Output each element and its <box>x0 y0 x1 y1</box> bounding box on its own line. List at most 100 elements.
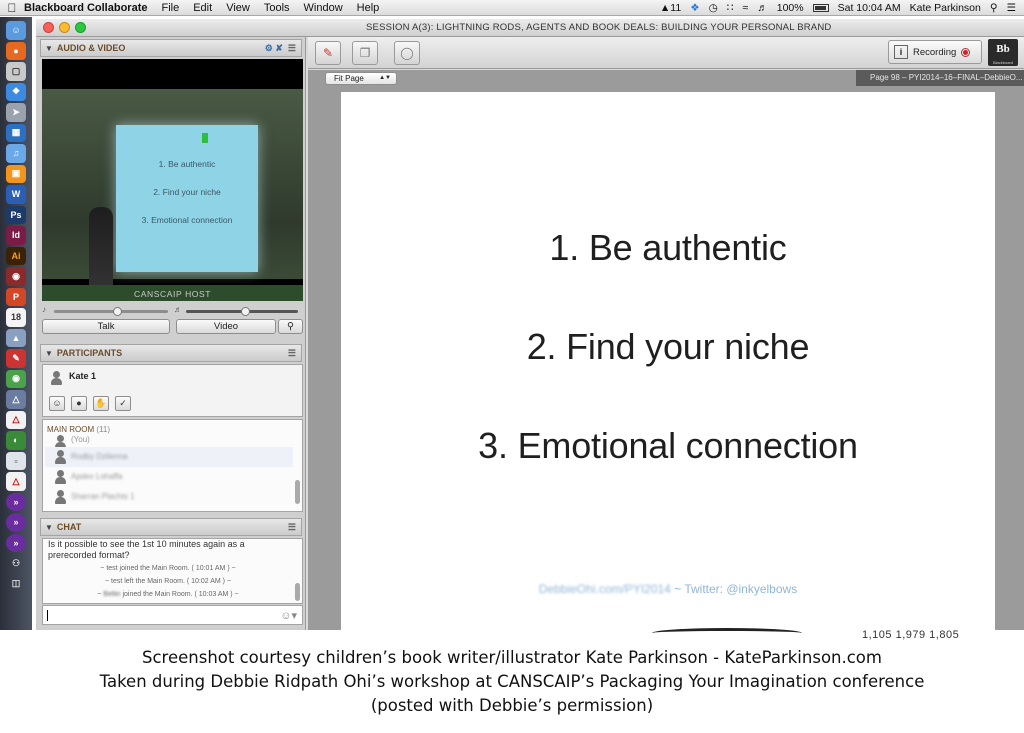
illustrator-icon[interactable]: Ai <box>6 246 26 265</box>
time-machine-icon[interactable]: ◷ <box>709 2 718 14</box>
collaborate-launcher-3-icon[interactable]: » <box>6 533 26 552</box>
app-menu[interactable]: Blackboard Collaborate <box>24 2 147 14</box>
menu-view[interactable]: View <box>226 2 250 14</box>
chat-input[interactable]: ☺▾ <box>42 605 303 625</box>
participant-scrollbar[interactable] <box>295 480 300 504</box>
itunes-icon[interactable]: ♫ <box>6 144 26 163</box>
participant-row[interactable]: Apdex Lohaffa <box>45 467 293 487</box>
menu-window[interactable]: Window <box>304 2 343 14</box>
calendar-icon[interactable]: 18 <box>6 308 26 327</box>
volume-icon[interactable]: ♬ <box>757 2 768 14</box>
participants-header[interactable]: ▼ PARTICIPANTS ☰ <box>40 344 302 362</box>
screenshot-icon[interactable]: ▢ <box>6 62 26 81</box>
collapse-triangle-icon[interactable]: ▼ <box>45 523 53 532</box>
background-window-strip: 1,105 1,979 1,805 <box>32 628 1024 641</box>
web-tour-icon[interactable]: ◯ <box>394 41 420 65</box>
spotlight-icon[interactable]: ⚲ <box>990 2 998 14</box>
acrobat-icon[interactable]: △ <box>6 410 26 429</box>
speaker-level-slider[interactable] <box>186 307 298 316</box>
emoticon-picker-icon[interactable]: ☺▾ <box>280 609 297 622</box>
slide-credit-url: DebbieOhi.com/PYI2014 <box>538 582 671 596</box>
video-search-icon[interactable]: ⚲ <box>278 319 303 334</box>
menu-tools[interactable]: Tools <box>264 2 290 14</box>
photo-booth-icon[interactable]: ◉ <box>6 267 26 286</box>
clock[interactable]: Sat 10:04 AM <box>838 2 901 14</box>
projected-status-light <box>202 133 208 143</box>
participant-row[interactable]: Sharran Plachts 1 <box>45 487 293 507</box>
chat-header[interactable]: ▼ CHAT ☰ <box>40 518 302 536</box>
panel-menu-icon[interactable]: ☰ <box>288 522 296 533</box>
slide[interactable]: 1. Be authentic 2. Find your niche 3. Em… <box>341 92 995 630</box>
ibooks-icon[interactable]: ▣ <box>6 164 26 183</box>
status-area: ▲11 ❖ ◷ ∷ ≈ ♬ 100% Sat 10:04 AM Kate Par… <box>660 2 1024 14</box>
finder-app-icon[interactable]: ▦ <box>6 123 26 142</box>
launchpad-icon[interactable]: ➤ <box>6 103 26 122</box>
menu-edit[interactable]: Edit <box>193 2 212 14</box>
record-indicator-icon[interactable] <box>961 47 971 57</box>
safari-icon[interactable]: ❖ <box>6 82 26 101</box>
content-stage: Fit Page ▲▼ Page 98 – PYI2014–16–FINAL–De… <box>308 70 1024 630</box>
photoshop-icon[interactable]: Ps <box>6 205 26 224</box>
collaborate-launcher-2-icon[interactable]: » <box>6 513 26 532</box>
video-button[interactable]: Video <box>176 319 276 334</box>
collaborate-window: SESSION A(3): LIGHTNING RODS, AGENTS AND… <box>36 19 1024 630</box>
apple-menu-icon[interactable]:  <box>0 1 24 15</box>
raise-hand-icon[interactable]: ✋ <box>93 396 109 411</box>
chat-event-name: Bellin <box>103 591 121 598</box>
app-share-icon[interactable]: ❐ <box>352 41 378 65</box>
whiteboard-mode-icon[interactable]: ✎ <box>315 41 341 65</box>
microphone-icon: ♪ <box>42 305 46 314</box>
emoticon-icon[interactable]: ☺ <box>49 396 65 411</box>
notification-icon[interactable]: ▲11 <box>660 2 681 14</box>
trash-icon[interactable]: ◫ <box>6 575 26 594</box>
panel-menu-icon[interactable]: ☰ <box>288 43 296 54</box>
preview-icon[interactable]: ▲ <box>6 328 26 347</box>
talk-button[interactable]: Talk <box>42 319 170 334</box>
finder-icon[interactable]: ☺ <box>6 21 26 40</box>
recording-label: Recording <box>913 46 957 58</box>
powerpoint-icon[interactable]: P <box>6 287 26 306</box>
dropbox-icon[interactable]: ❖ <box>690 2 699 14</box>
battery-percent[interactable]: 100% <box>777 2 804 14</box>
colorsync-icon[interactable]: ◉ <box>6 369 26 388</box>
dock: ☺ ● ▢ ❖ ➤ ▦ ♫ ▣ W Ps Id Ai ◉ P 18 ▲ ✎ ◉ … <box>0 17 32 630</box>
step-away-icon[interactable]: ● <box>71 396 87 411</box>
audio-video-header[interactable]: ▼ AUDIO & VIDEO ⚙ ✘ ☰ <box>40 39 302 57</box>
poll-checkbox-icon[interactable]: ✓ <box>115 396 131 411</box>
word-icon[interactable]: W <box>6 185 26 204</box>
chat-title: CHAT <box>56 522 82 532</box>
panel-menu-icon[interactable]: ☰ <box>288 348 296 359</box>
indesign-icon[interactable]: Id <box>6 226 26 245</box>
menu-file[interactable]: File <box>161 2 179 14</box>
menu-help[interactable]: Help <box>357 2 380 14</box>
collapse-triangle-icon[interactable]: ▼ <box>45 349 53 358</box>
bluetooth-icon[interactable]: ∷ <box>727 2 734 14</box>
zoom-select[interactable]: Fit Page ▲▼ <box>325 72 397 85</box>
pencil-app-icon[interactable]: ✎ <box>6 349 26 368</box>
participant-row[interactable]: Rodby Dzilenna <box>45 447 293 467</box>
chat-scrollbar[interactable] <box>295 583 300 601</box>
menu-bar:  Blackboard Collaborate File Edit View … <box>0 0 1024 16</box>
document-icon[interactable]: ▫ <box>6 451 26 470</box>
wifi-icon[interactable]: ≈ <box>742 2 748 14</box>
participant-avatar-icon <box>55 470 66 484</box>
info-icon[interactable]: i <box>894 45 908 59</box>
chat-event: ~ Bellin joined the Main Room. ( 10:03 A… <box>43 591 293 598</box>
sketch-app-icon[interactable]: △ <box>6 390 26 409</box>
speaker-slider-knob[interactable] <box>241 307 251 316</box>
microphone-slider-knob[interactable] <box>112 307 122 316</box>
firefox-icon[interactable]: ● <box>6 41 26 60</box>
downloads-icon[interactable]: ⚇ <box>6 554 26 573</box>
globe-app-icon[interactable]: ◐ <box>6 431 26 450</box>
participants-title: PARTICIPANTS <box>56 348 123 358</box>
audio-settings-icon[interactable]: ⚙ ✘ <box>265 43 283 54</box>
microphone-level-slider[interactable] <box>54 307 168 316</box>
collaborate-launcher-1-icon[interactable]: » <box>6 492 26 511</box>
user-name[interactable]: Kate Parkinson <box>910 2 981 14</box>
acrobat-reader-icon[interactable]: △ <box>6 472 26 491</box>
video-caption: CANSCAIP HOST <box>134 289 212 299</box>
notification-center-icon[interactable]: ☰ <box>1007 2 1016 14</box>
collapse-triangle-icon[interactable]: ▼ <box>45 44 53 53</box>
battery-icon[interactable] <box>812 3 829 12</box>
recording-control[interactable]: i Recording <box>888 40 982 64</box>
